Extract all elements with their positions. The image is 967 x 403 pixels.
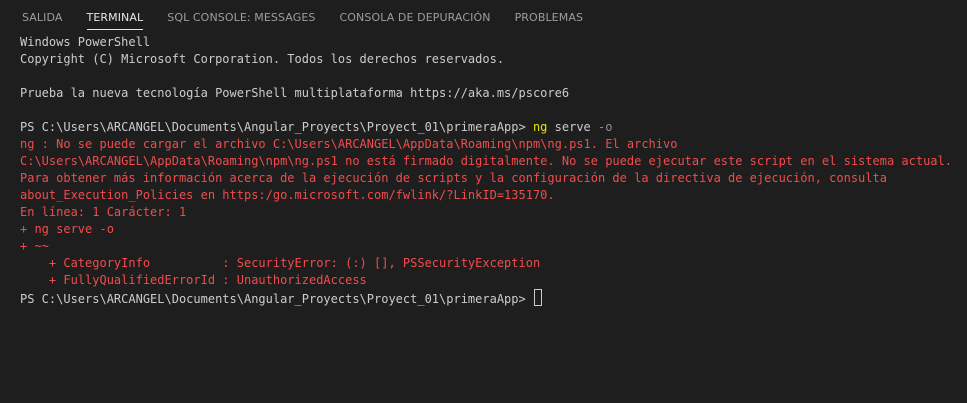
terminal-error-line: ng : No se puede cargar el archivo C:\Us… bbox=[20, 137, 678, 151]
terminal-output[interactable]: Windows PowerShell Copyright (C) Microso… bbox=[20, 34, 967, 403]
terminal-error-line: C:\Users\ARCANGEL\AppData\Roaming\npm\ng… bbox=[20, 154, 952, 168]
terminal-command-args: serve bbox=[554, 120, 591, 134]
terminal-error-line: + ~~ bbox=[20, 239, 49, 253]
terminal-command-name: ng bbox=[532, 120, 548, 134]
terminal-error-line: + FullyQualifiedErrorId : UnauthorizedAc… bbox=[20, 273, 367, 287]
terminal-copyright-line: Copyright (C) Microsoft Corporation. Tod… bbox=[20, 52, 505, 66]
tab-consola-de-depuracion[interactable]: CONSOLA DE DEPURACIÓN bbox=[330, 0, 501, 35]
terminal-command-flag: -o bbox=[598, 120, 613, 134]
tab-salida[interactable]: SALIDA bbox=[12, 0, 73, 35]
terminal-error-line: En línea: 1 Carácter: 1 bbox=[20, 205, 187, 219]
tab-terminal[interactable]: TERMINAL bbox=[77, 0, 154, 35]
terminal-header-line: Windows PowerShell bbox=[20, 35, 151, 49]
terminal-final-prompt-line: PS C:\Users\ARCANGEL\Documents\Angular_P… bbox=[20, 289, 967, 306]
terminal-cursor[interactable] bbox=[533, 289, 542, 306]
terminal-error-line: Para obtener más información acerca de l… bbox=[20, 171, 887, 185]
tab-sql-console-messages[interactable]: SQL CONSOLE: MESSAGES bbox=[157, 0, 325, 35]
terminal-error-line: + ng serve -o bbox=[20, 222, 114, 236]
terminal-command-line: PS C:\Users\ARCANGEL\Documents\Angular_P… bbox=[20, 119, 967, 136]
terminal-panel: SALIDA TERMINAL SQL CONSOLE: MESSAGES CO… bbox=[0, 0, 967, 403]
terminal-error-line: + CategoryInfo : SecurityError: (:) [], … bbox=[20, 256, 541, 270]
tab-problemas[interactable]: PROBLEMAS bbox=[505, 0, 593, 35]
panel-tab-bar: SALIDA TERMINAL SQL CONSOLE: MESSAGES CO… bbox=[0, 0, 967, 35]
terminal-prompt: PS C:\Users\ARCANGEL\Documents\Angular_P… bbox=[20, 120, 533, 134]
terminal-promo-line: Prueba la nueva tecnología PowerShell mu… bbox=[20, 86, 570, 100]
terminal-error-line: about_Execution_Policies en https:/go.mi… bbox=[20, 188, 555, 202]
terminal-prompt: PS C:\Users\ARCANGEL\Documents\Angular_P… bbox=[20, 292, 533, 306]
